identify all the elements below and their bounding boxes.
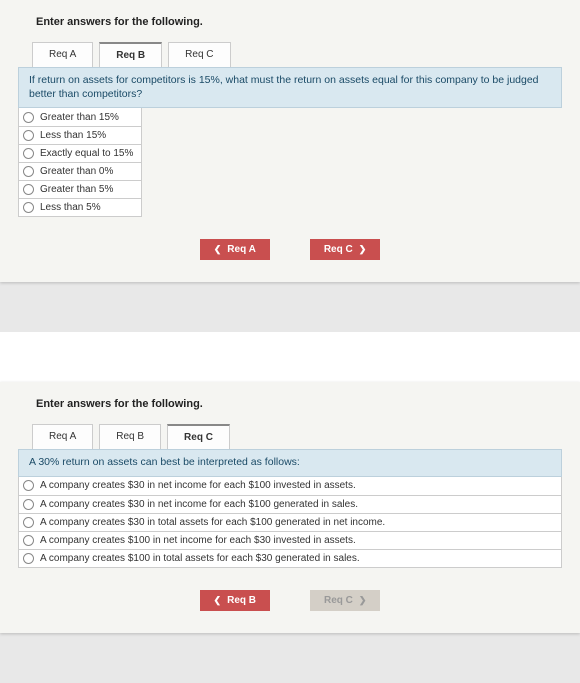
option-row[interactable]: Less than 15% [19, 126, 141, 144]
instruction-text: Enter answers for the following. [18, 394, 562, 424]
option-label: A company creates $30 in total assets fo… [40, 517, 385, 528]
prev-button[interactable]: ❮ Req B [200, 590, 270, 611]
tab-row: Req A Req B Req C [32, 42, 562, 67]
radio-icon[interactable] [23, 130, 34, 141]
chevron-left-icon: ❮ [214, 244, 222, 255]
option-row[interactable]: A company creates $100 in net income for… [19, 531, 561, 549]
question-panel-b: Enter answers for the following. Req A R… [0, 0, 580, 282]
option-row[interactable]: A company creates $30 in total assets fo… [19, 513, 561, 531]
option-row[interactable]: Greater than 15% [19, 108, 141, 126]
tab-req-b[interactable]: Req B [99, 42, 162, 67]
chevron-right-icon: ❯ [359, 244, 367, 255]
option-row[interactable]: Greater than 5% [19, 180, 141, 198]
radio-icon[interactable] [23, 480, 34, 491]
tab-req-a[interactable]: Req A [32, 42, 93, 67]
page-gap [0, 332, 580, 382]
radio-icon[interactable] [23, 166, 34, 177]
radio-icon[interactable] [23, 184, 34, 195]
next-button: Req C ❯ [310, 590, 380, 611]
option-row[interactable]: Exactly equal to 15% [19, 144, 141, 162]
radio-icon[interactable] [23, 148, 34, 159]
nav-buttons: ❮ Req A Req C ❯ [18, 239, 562, 260]
radio-icon[interactable] [23, 517, 34, 528]
question-text: If return on assets for competitors is 1… [18, 67, 562, 108]
question-text: A 30% return on assets can best be inter… [18, 449, 562, 477]
option-label: Exactly equal to 15% [40, 148, 133, 159]
option-label: Greater than 15% [40, 112, 119, 123]
tab-req-a[interactable]: Req A [32, 424, 93, 449]
question-panel-c: Enter answers for the following. Req A R… [0, 382, 580, 633]
option-label: A company creates $100 in net income for… [40, 535, 356, 546]
next-label: Req C [324, 244, 353, 255]
tab-req-c[interactable]: Req C [168, 42, 230, 67]
radio-icon[interactable] [23, 553, 34, 564]
options-list: Greater than 15% Less than 15% Exactly e… [18, 108, 142, 217]
option-label: Greater than 5% [40, 184, 113, 195]
radio-icon[interactable] [23, 499, 34, 510]
nav-buttons: ❮ Req B Req C ❯ [18, 590, 562, 611]
option-label: Less than 5% [40, 202, 101, 213]
options-list: A company creates $30 in net income for … [18, 477, 562, 568]
radio-icon[interactable] [23, 112, 34, 123]
next-button[interactable]: Req C ❯ [310, 239, 380, 260]
tab-req-b[interactable]: Req B [99, 424, 161, 449]
option-label: Greater than 0% [40, 166, 113, 177]
option-label: A company creates $30 in net income for … [40, 480, 356, 491]
option-row[interactable]: A company creates $30 in net income for … [19, 495, 561, 513]
radio-icon[interactable] [23, 202, 34, 213]
option-label: A company creates $100 in total assets f… [40, 553, 360, 564]
tab-row: Req A Req B Req C [32, 424, 562, 449]
option-label: A company creates $30 in net income for … [40, 499, 358, 510]
prev-button[interactable]: ❮ Req A [200, 239, 270, 260]
radio-icon[interactable] [23, 535, 34, 546]
option-row[interactable]: A company creates $100 in total assets f… [19, 549, 561, 567]
option-row[interactable]: Greater than 0% [19, 162, 141, 180]
option-row[interactable]: A company creates $30 in net income for … [19, 477, 561, 495]
option-label: Less than 15% [40, 130, 106, 141]
instruction-text: Enter answers for the following. [18, 12, 562, 42]
option-row[interactable]: Less than 5% [19, 198, 141, 216]
prev-label: Req A [227, 244, 256, 255]
tab-req-c[interactable]: Req C [167, 424, 230, 449]
